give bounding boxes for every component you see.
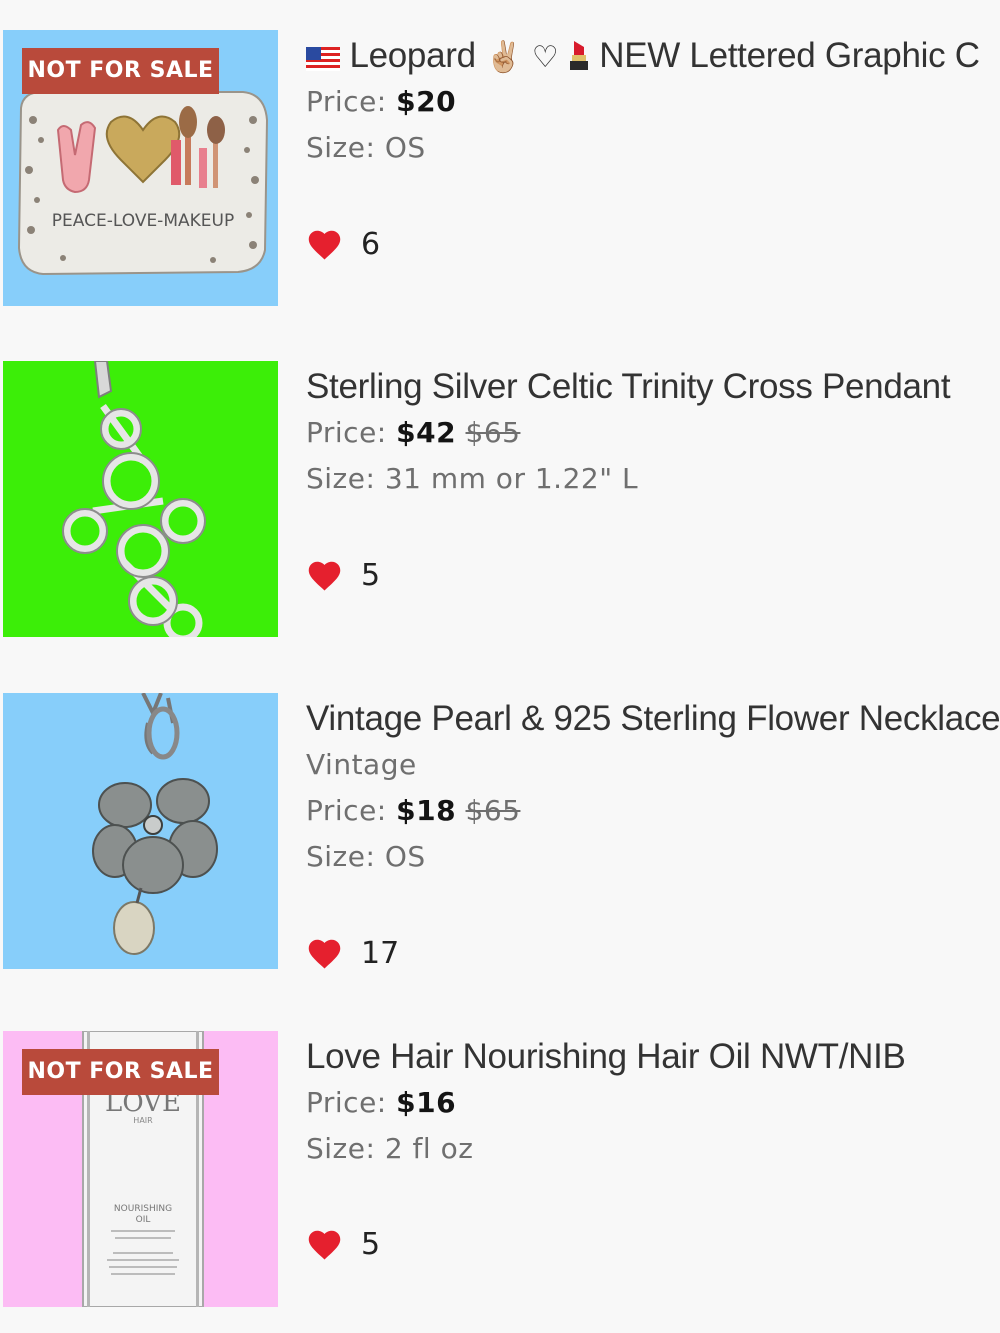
like-button[interactable]: 17	[306, 933, 399, 973]
heart-icon	[308, 939, 341, 968]
like-count: 6	[361, 226, 381, 262]
vintage-tag: Vintage	[306, 748, 417, 781]
like-count: 17	[361, 935, 400, 971]
listing-title[interactable]: Love Hair Nourishing Hair Oil NWT/NIB	[306, 1034, 1000, 1080]
size-value: OS	[384, 840, 426, 873]
size-row: Size: 2 fl oz	[306, 1126, 1000, 1172]
peace-hand-icon: ✌🏼	[485, 40, 523, 75]
listing-thumbnail[interactable]	[3, 693, 278, 969]
like-button[interactable]: 5	[306, 1224, 380, 1264]
celtic-cross-image	[3, 361, 278, 637]
size-row: Size: OS	[306, 834, 1000, 880]
like-count: 5	[361, 1226, 381, 1262]
like-count: 5	[361, 557, 381, 593]
price-label: Price:	[306, 1086, 387, 1119]
original-price: $65	[465, 794, 521, 827]
price-value: $42	[396, 416, 457, 449]
heart-outline-icon: ♡	[531, 40, 559, 75]
heart-icon	[308, 1230, 341, 1259]
like-button[interactable]: 6	[306, 224, 380, 264]
makeup-bag-text: PEACE-LOVE-MAKEUP	[52, 211, 234, 231]
title-text-leopard: Leopard	[349, 36, 476, 75]
size-value: OS	[384, 131, 426, 164]
price-label: Price:	[306, 416, 387, 449]
size-row: Size: 31 mm or 1.22" L	[306, 456, 1000, 502]
listing-thumbnail[interactable]	[3, 361, 278, 637]
price-row: Price: $16	[306, 1080, 1000, 1126]
not-for-sale-badge: NOT FOR SALE	[22, 1049, 219, 1095]
size-label: Size:	[306, 131, 376, 164]
price-label: Price:	[306, 85, 387, 118]
pearl-flower-necklace-image	[3, 693, 278, 969]
size-label: Size:	[306, 840, 376, 873]
size-label: Size:	[306, 462, 376, 495]
size-value: 31 mm or 1.22" L	[384, 462, 639, 495]
price-row: Price: $42 $65	[306, 410, 1000, 456]
listing-title[interactable]: Vintage Pearl & 925 Sterling Flower Neck…	[306, 696, 1000, 742]
size-row: Size: OS	[306, 125, 1000, 171]
listing-title[interactable]: Sterling Silver Celtic Trinity Cross Pen…	[306, 364, 1000, 410]
like-button[interactable]: 5	[306, 555, 380, 595]
title-text-tail: NEW Lettered Graphic C	[599, 36, 980, 75]
box-product-text: NOURISHING	[114, 1204, 172, 1214]
size-label: Size:	[306, 1132, 376, 1165]
box-brand-sub-text: HAIR	[133, 1116, 153, 1125]
listing-thumbnail[interactable]: PEACE-LOVE-MAKEUP NOT FOR SALE	[3, 30, 278, 306]
price-label: Price:	[306, 794, 387, 827]
listing-thumbnail[interactable]: LOVE HAIR NOURISHING OIL NOT FOR SALE	[3, 1031, 278, 1307]
size-value: 2 fl oz	[384, 1132, 474, 1165]
not-for-sale-badge: NOT FOR SALE	[22, 48, 219, 94]
price-row: Price: $20	[306, 79, 1000, 125]
price-value: $20	[396, 85, 457, 118]
original-price: $65	[465, 416, 521, 449]
lipstick-icon	[569, 41, 588, 70]
heart-icon	[308, 561, 341, 590]
price-row: Price: $18 $65	[306, 788, 1000, 834]
us-flag-icon	[306, 47, 340, 71]
box-product-text-2: OIL	[136, 1215, 151, 1225]
price-value: $16	[396, 1086, 457, 1119]
price-value: $18	[396, 794, 457, 827]
listing-title[interactable]: Leopard ✌🏼 ♡ NEW Lettered Graphic C	[306, 33, 1000, 79]
heart-icon	[308, 230, 341, 259]
